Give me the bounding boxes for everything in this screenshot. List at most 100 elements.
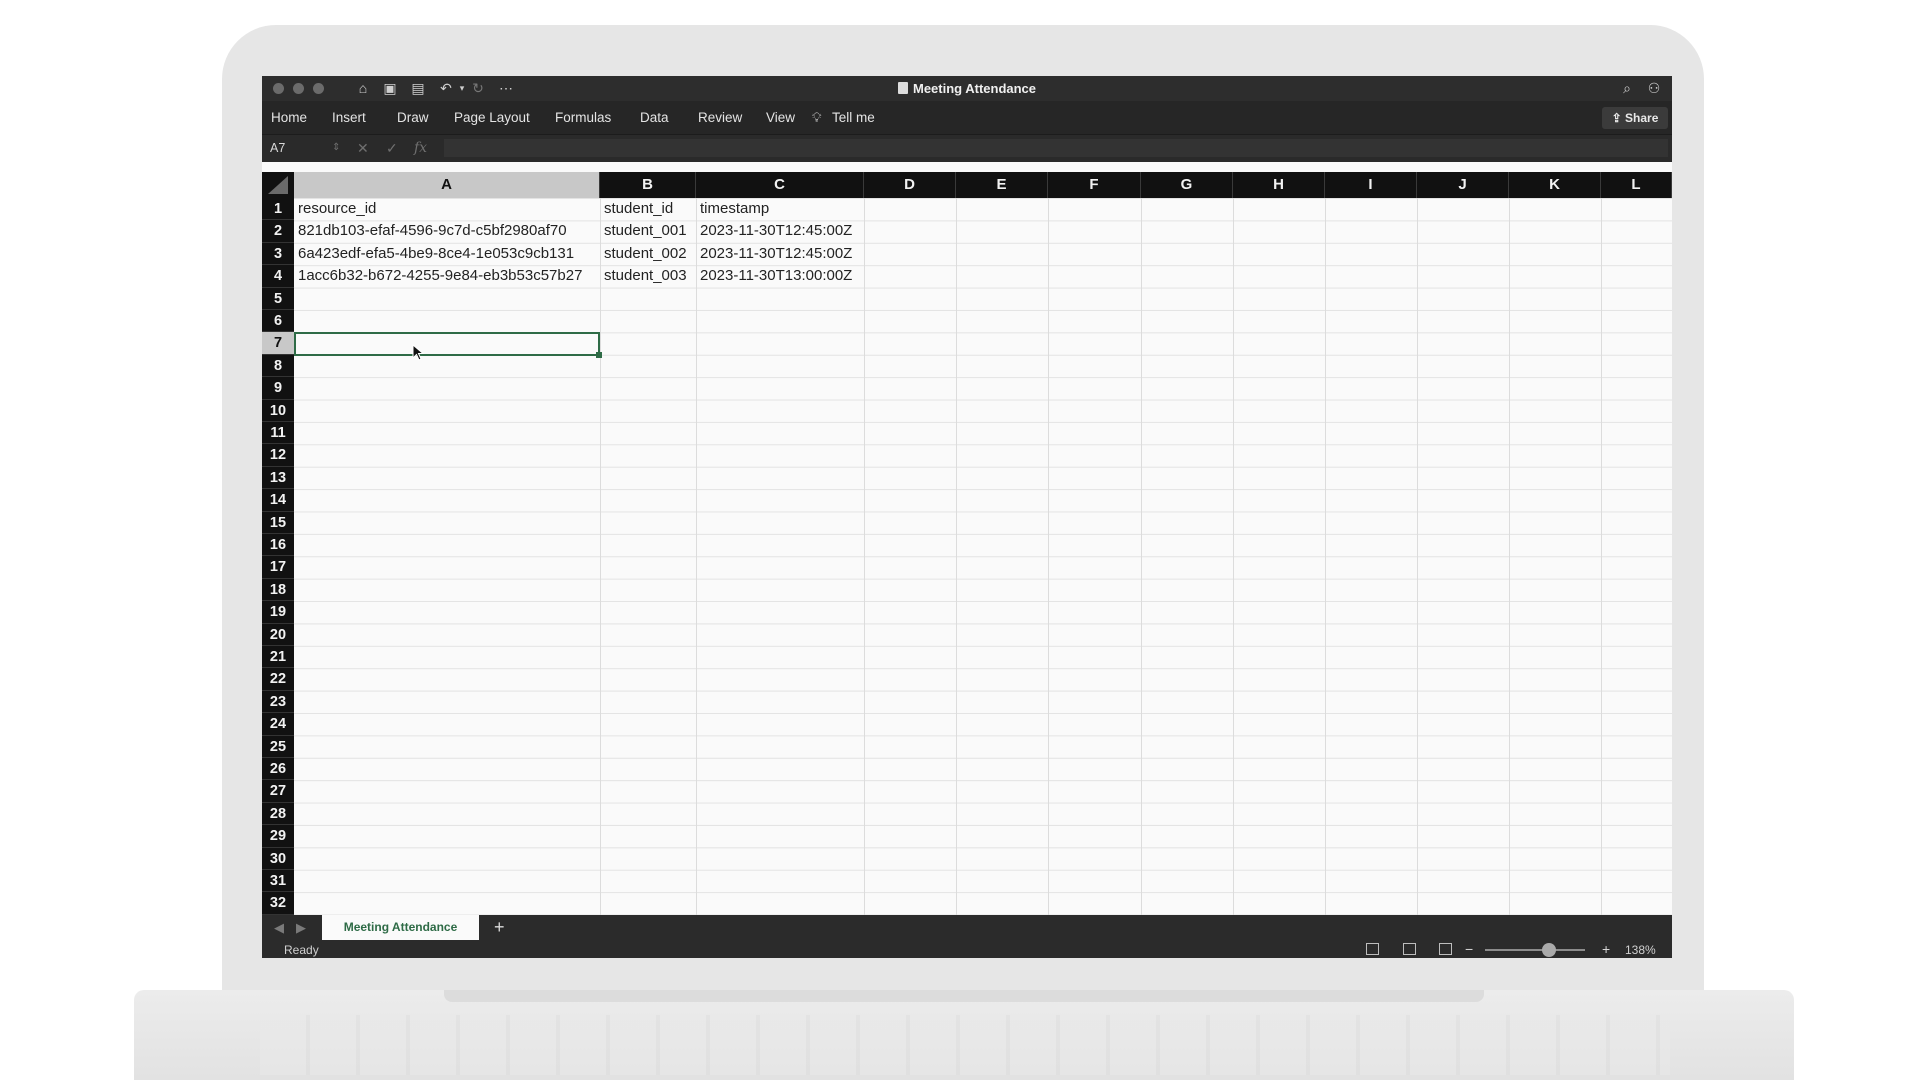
column-header-f[interactable]: F xyxy=(1048,172,1141,198)
name-box-stepper-icon[interactable]: ⇕ xyxy=(332,142,340,153)
normal-view-icon[interactable] xyxy=(1366,943,1379,955)
select-all-corner[interactable] xyxy=(262,172,294,198)
row-header[interactable]: 24 xyxy=(262,713,294,736)
row-header[interactable]: 15 xyxy=(262,511,294,534)
row-header[interactable]: 26 xyxy=(262,758,294,781)
zoom-out-button[interactable]: − xyxy=(1465,941,1473,957)
account-icon[interactable]: ⚇ xyxy=(1646,80,1662,96)
zoom-slider[interactable] xyxy=(1485,949,1585,951)
row-header[interactable]: 27 xyxy=(262,780,294,803)
row-header[interactable]: 5 xyxy=(262,287,294,310)
column-header-j[interactable]: J xyxy=(1417,172,1509,198)
active-cell-selection[interactable] xyxy=(294,332,600,356)
cell-b4[interactable]: student_003 xyxy=(600,265,696,287)
zoom-in-button[interactable]: + xyxy=(1602,941,1610,957)
tab-home[interactable]: Home xyxy=(271,110,307,125)
row-header[interactable]: 23 xyxy=(262,690,294,714)
page-layout-view-icon[interactable] xyxy=(1403,943,1416,955)
cancel-icon[interactable]: ✕ xyxy=(357,140,369,157)
add-sheet-button[interactable]: + xyxy=(494,917,505,938)
formula-input[interactable] xyxy=(444,139,1668,157)
document-icon xyxy=(897,82,908,94)
cell-c3[interactable]: 2023-11-30T12:45:00Z xyxy=(696,243,876,265)
tab-page-layout[interactable]: Page Layout xyxy=(454,110,530,125)
column-header-b[interactable]: B xyxy=(600,172,696,198)
row-header[interactable]: 19 xyxy=(262,601,294,624)
row-header[interactable]: 17 xyxy=(262,556,294,579)
title-bar: ⌂ ▣ ▤ ↶ ▾ ↻ ⋯ Meeting Attendance ⌕ ⚇ xyxy=(262,76,1672,101)
confirm-icon[interactable]: ✓ xyxy=(386,140,398,157)
row-header-selected[interactable]: 7 xyxy=(262,332,294,355)
tab-insert[interactable]: Insert xyxy=(332,110,366,125)
zoom-slider-handle[interactable] xyxy=(1542,943,1556,957)
cell-a4[interactable]: 1acc6b32-b672-4255-9e84-eb3b53c57b27 xyxy=(294,265,600,287)
row-header[interactable]: 6 xyxy=(262,310,294,333)
row-header[interactable]: 31 xyxy=(262,870,294,893)
row-header[interactable]: 13 xyxy=(262,466,294,490)
share-button-label: Share xyxy=(1625,111,1659,125)
row-header[interactable]: 14 xyxy=(262,489,294,512)
page-break-view-icon[interactable] xyxy=(1439,943,1452,955)
column-divider xyxy=(1233,198,1234,915)
cell-c2[interactable]: 2023-11-30T12:45:00Z xyxy=(696,220,876,242)
cell-grid[interactable] xyxy=(294,198,1672,915)
column-header-c[interactable]: C xyxy=(696,172,864,198)
row-header[interactable]: 22 xyxy=(262,668,294,691)
row-header[interactable]: 30 xyxy=(262,847,294,870)
column-header-h[interactable]: H xyxy=(1233,172,1325,198)
row-header[interactable]: 18 xyxy=(262,578,294,602)
row-header[interactable]: 1 xyxy=(262,198,294,221)
column-header-k[interactable]: K xyxy=(1509,172,1601,198)
row-header[interactable]: 11 xyxy=(262,422,294,445)
tab-data[interactable]: Data xyxy=(640,110,669,125)
row-header[interactable]: 16 xyxy=(262,534,294,557)
row-header[interactable]: 3 xyxy=(262,242,294,266)
cell-a2[interactable]: 821db103-efaf-4596-9c7d-c5bf2980af70 xyxy=(294,220,600,242)
tab-review[interactable]: Review xyxy=(698,110,742,125)
next-sheet-icon[interactable]: ▶ xyxy=(296,920,306,936)
function-icon[interactable]: fx xyxy=(414,140,427,156)
prev-sheet-icon[interactable]: ◀ xyxy=(274,920,284,936)
cell-a3[interactable]: 6a423edf-efa5-4be9-8ce4-1e053c9cb131 xyxy=(294,243,600,265)
row-header[interactable]: 32 xyxy=(262,892,294,915)
row-header[interactable]: 10 xyxy=(262,399,294,422)
cell-b1[interactable]: student_id xyxy=(600,198,696,220)
cell-a1[interactable]: resource_id xyxy=(294,198,600,220)
row-header[interactable]: 21 xyxy=(262,646,294,669)
name-box[interactable]: A7 xyxy=(270,141,285,155)
row-header[interactable]: 9 xyxy=(262,377,294,400)
sheet-tab-meeting-attendance[interactable]: Meeting Attendance xyxy=(322,915,479,940)
cell-c1[interactable]: timestamp xyxy=(696,198,876,220)
column-divider xyxy=(864,198,865,915)
row-header[interactable]: 28 xyxy=(262,802,294,826)
cell-c4[interactable]: 2023-11-30T13:00:00Z xyxy=(696,265,876,287)
column-header-l[interactable]: L xyxy=(1601,172,1672,198)
column-header-g[interactable]: G xyxy=(1141,172,1233,198)
row-header[interactable]: 2 xyxy=(262,220,294,243)
zoom-level[interactable]: 138% xyxy=(1625,943,1656,957)
tab-formulas[interactable]: Formulas xyxy=(555,110,611,125)
tell-me-search[interactable]: Tell me xyxy=(832,110,875,125)
row-header[interactable]: 20 xyxy=(262,623,294,646)
row-header[interactable]: 29 xyxy=(262,825,294,848)
window-title-text: Meeting Attendance xyxy=(912,81,1037,96)
cell-b2[interactable]: student_001 xyxy=(600,220,696,242)
fill-handle[interactable] xyxy=(596,352,602,358)
tab-view[interactable]: View xyxy=(766,110,795,125)
column-header-i[interactable]: I xyxy=(1325,172,1417,198)
column-header-e[interactable]: E xyxy=(956,172,1048,198)
row-header[interactable]: 25 xyxy=(262,735,294,758)
column-divider xyxy=(600,198,601,915)
row-header[interactable]: 12 xyxy=(262,444,294,467)
formula-bar: A7 ⇕ ✕ ✓ fx xyxy=(262,134,1672,162)
column-header-a[interactable]: A xyxy=(294,172,600,198)
cell-b3[interactable]: student_002 xyxy=(600,243,696,265)
row-header[interactable]: 8 xyxy=(262,354,294,378)
column-divider xyxy=(1141,198,1142,915)
column-header-d[interactable]: D xyxy=(864,172,956,198)
column-divider xyxy=(956,198,957,915)
share-button[interactable]: ⇪ Share xyxy=(1602,107,1668,129)
tab-draw[interactable]: Draw xyxy=(397,110,429,125)
search-icon[interactable]: ⌕ xyxy=(1619,80,1635,96)
row-header[interactable]: 4 xyxy=(262,265,294,288)
